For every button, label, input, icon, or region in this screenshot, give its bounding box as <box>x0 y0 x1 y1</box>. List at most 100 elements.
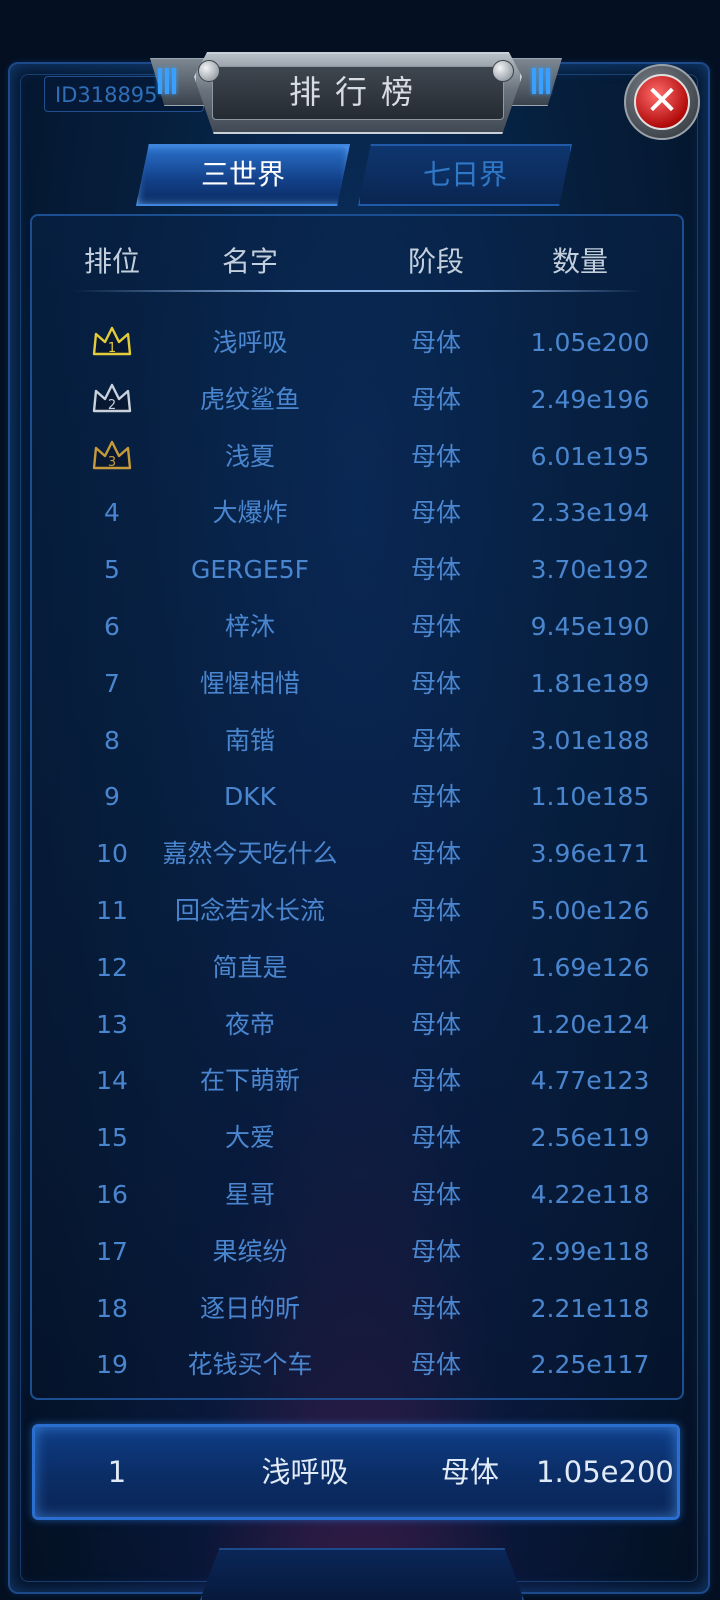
row-stage: 母体 <box>410 498 461 528</box>
row-stage: 母体 <box>410 839 461 869</box>
page-title: 排行榜 <box>212 66 504 120</box>
table-row[interactable]: 10 嘉然今天吃什么 母体 3.96e171 <box>0 825 720 882</box>
table-row[interactable]: 5 GERGE5F 母体 3.70e192 <box>0 541 720 598</box>
my-rank: 1 <box>107 1455 127 1489</box>
row-name: 在下萌新 <box>199 1066 300 1096</box>
row-stage: 母体 <box>410 441 461 471</box>
row-name: 星哥 <box>224 1180 275 1209</box>
table-row[interactable]: 13 夜帝 母体 1.20e124 <box>0 996 720 1053</box>
row-name: 惺惺相惜 <box>199 668 300 698</box>
table-row[interactable]: 9 DKK 母体 1.10e185 <box>0 768 720 825</box>
row-stage: 母体 <box>410 1236 461 1266</box>
row-stage: 母体 <box>410 328 461 357</box>
my-count: 1.05e200 <box>536 1455 674 1489</box>
row-count: 3.96e171 <box>530 839 650 869</box>
row-stage: 母体 <box>410 1350 461 1380</box>
row-name: 大爱 <box>224 1123 275 1153</box>
column-header: 排位 名字 阶段 数量 <box>0 240 720 284</box>
row-count: 1.10e185 <box>530 782 650 812</box>
header-name: 名字 <box>221 245 278 278</box>
row-stage: 母体 <box>410 896 461 925</box>
crown-rank-number: 2 <box>108 398 116 413</box>
row-name: 逐日的昕 <box>199 1293 300 1323</box>
row-stage: 母体 <box>410 1066 461 1096</box>
row-count: 2.56e119 <box>530 1123 650 1153</box>
table-row[interactable]: 11 回念若水长流 母体 5.00e126 <box>0 882 720 939</box>
row-count: 1.05e200 <box>530 328 650 357</box>
row-count: 2.33e194 <box>530 498 650 528</box>
row-name: 虎纹鲨鱼 <box>199 384 300 414</box>
row-stage: 母体 <box>410 384 461 414</box>
row-name: 简直是 <box>212 952 288 982</box>
row-stage: 母体 <box>410 952 461 982</box>
crown-rank-number: 1 <box>108 341 116 356</box>
row-count: 2.21e118 <box>530 1293 650 1323</box>
row-count: 1.20e124 <box>530 1009 650 1039</box>
row-count: 2.49e196 <box>530 384 650 414</box>
header-count: 数量 <box>551 245 608 278</box>
header-divider <box>72 290 642 292</box>
bolt-icon <box>492 60 514 82</box>
row-stage: 母体 <box>410 725 461 755</box>
row-count: 2.25e117 <box>530 1350 650 1380</box>
table-row[interactable]: 8 南锴 母体 3.01e188 <box>0 712 720 769</box>
row-name: 回念若水长流 <box>174 896 325 925</box>
row-stage: 母体 <box>410 782 461 812</box>
close-x-icon: ✕ <box>634 74 690 130</box>
row-count: 4.77e123 <box>530 1066 650 1096</box>
row-stage: 母体 <box>410 668 461 698</box>
row-stage: 母体 <box>410 612 461 641</box>
row-name: 浅夏 <box>224 441 275 471</box>
bolt-icon <box>198 60 220 82</box>
row-stage: 母体 <box>410 555 461 585</box>
table-row[interactable]: 16 星哥 母体 4.22e118 <box>0 1166 720 1223</box>
row-stage: 母体 <box>410 1123 461 1153</box>
crown-silver-icon: 2 <box>90 381 134 417</box>
row-name: GERGE5F <box>191 555 309 585</box>
row-name: 浅呼吸 <box>212 328 288 357</box>
row-count: 1.81e189 <box>530 668 650 698</box>
row-count: 3.70e192 <box>530 555 650 585</box>
row-name: 夜帝 <box>224 1009 275 1039</box>
table-row[interactable]: 19 花钱买个车 母体 2.25e117 <box>0 1336 720 1393</box>
table-row[interactable]: 12 简直是 母体 1.69e126 <box>0 939 720 996</box>
row-name: 花钱买个车 <box>187 1350 313 1380</box>
close-button[interactable]: ✕ <box>624 64 700 140</box>
table-row[interactable]: 6 梓沐 母体 9.45e190 <box>0 598 720 655</box>
row-count: 1.69e126 <box>530 952 650 982</box>
table-row[interactable]: 17 果缤纷 母体 2.99e118 <box>0 1223 720 1280</box>
row-count: 9.45e190 <box>530 612 650 641</box>
my-name: 浅呼吸 <box>261 1455 349 1489</box>
crown-bronze-icon: 3 <box>90 438 134 474</box>
table-row[interactable]: 4 大爆炸 母体 2.33e194 <box>0 484 720 541</box>
bottom-tab-decoration <box>200 1548 524 1600</box>
row-stage: 母体 <box>410 1180 461 1209</box>
row-stage: 母体 <box>410 1009 461 1039</box>
row-name: 梓沐 <box>224 612 275 641</box>
my-rank-bar: 1 浅呼吸 母体 1.05e200 <box>32 1424 680 1520</box>
table-row[interactable]: 18 逐日的昕 母体 2.21e118 <box>0 1280 720 1337</box>
table-row[interactable]: 14 在下萌新 母体 4.77e123 <box>0 1052 720 1109</box>
table-row[interactable]: 2 虎纹鲨鱼 母体 2.49e196 <box>0 371 720 428</box>
my-stage: 母体 <box>440 1455 499 1489</box>
row-name: 嘉然今天吃什么 <box>162 839 338 869</box>
row-name: 大爆炸 <box>212 498 288 528</box>
table-row[interactable]: 15 大爱 母体 2.56e119 <box>0 1109 720 1166</box>
row-count: 5.00e126 <box>530 896 650 925</box>
tab-active-border <box>136 144 350 206</box>
row-count: 3.01e188 <box>530 725 650 755</box>
row-count: 4.22e118 <box>530 1180 650 1209</box>
title-center: 排行榜 <box>194 52 522 134</box>
row-count: 6.01e195 <box>530 441 650 471</box>
table-row[interactable]: 7 惺惺相惜 母体 1.81e189 <box>0 655 720 712</box>
row-stage: 母体 <box>410 1293 461 1323</box>
stripes-right-decoration <box>532 68 558 94</box>
row-count: 2.99e118 <box>530 1236 650 1266</box>
row-name: 南锴 <box>224 725 275 755</box>
row-name: 果缤纷 <box>212 1236 288 1266</box>
header-rank: 排位 <box>83 245 140 278</box>
header-stage: 阶段 <box>407 245 464 278</box>
table-row[interactable]: 3 浅夏 母体 6.01e195 <box>0 428 720 485</box>
crown-rank-number: 3 <box>108 455 116 470</box>
table-row[interactable]: 1 浅呼吸 母体 1.05e200 <box>0 314 720 371</box>
